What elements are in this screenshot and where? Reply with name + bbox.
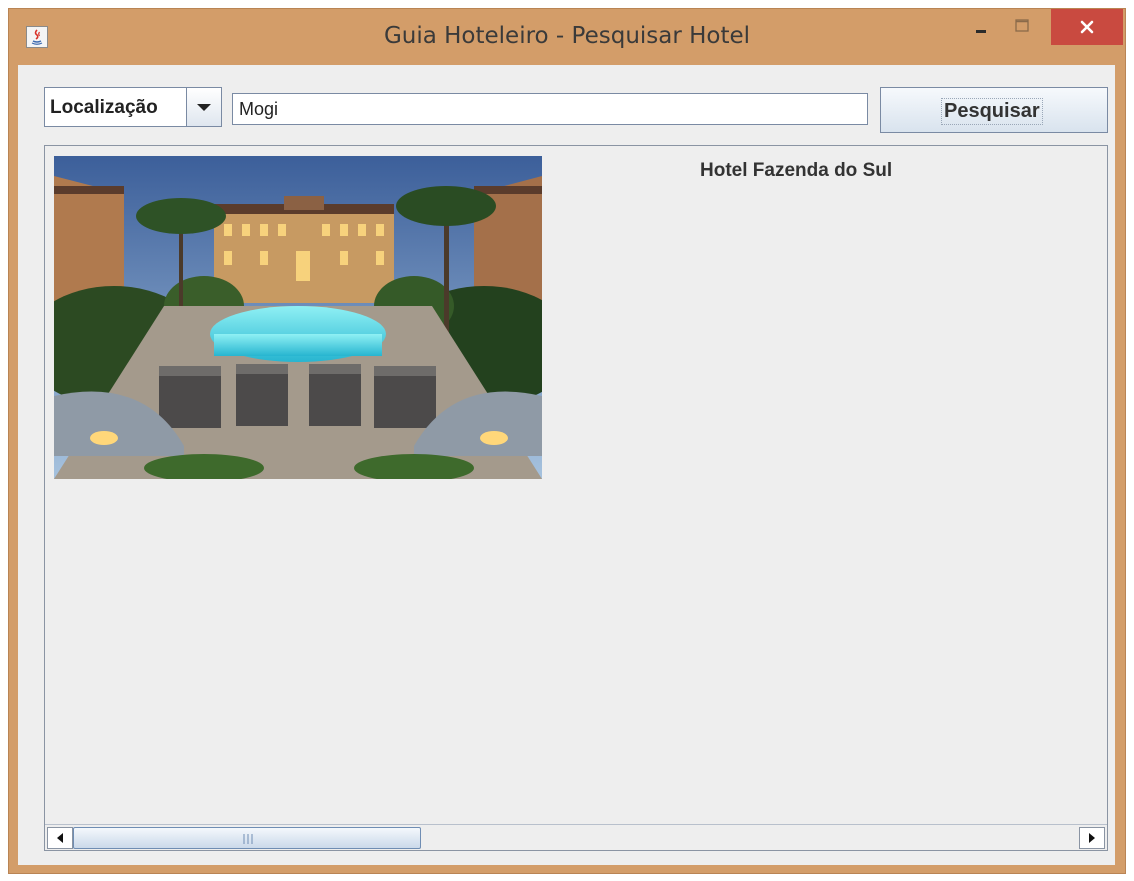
minimize-icon[interactable] (964, 9, 998, 45)
title-bar[interactable]: Guia Hoteleiro - Pesquisar Hotel (9, 9, 1125, 65)
java-icon[interactable] (26, 26, 48, 48)
location-filter-selected: Localização (50, 97, 158, 118)
horizontal-scrollbar[interactable] (45, 824, 1107, 850)
search-button[interactable]: Pesquisar (880, 87, 1108, 133)
hotel-name[interactable]: Hotel Fazenda do Sul (700, 160, 892, 182)
scroll-thumb[interactable] (73, 827, 421, 849)
arrow-right-icon[interactable] (1079, 827, 1105, 849)
content-area: Localização Pesquisar (18, 65, 1115, 865)
window-title: Guia Hoteleiro - Pesquisar Hotel (383, 23, 751, 49)
search-button-label: Pesquisar (941, 98, 1043, 125)
results-panel: Hotel Fazenda do Sul (44, 145, 1108, 851)
maximize-icon[interactable] (1005, 9, 1039, 45)
search-input[interactable] (232, 93, 868, 125)
close-icon[interactable] (1051, 9, 1123, 45)
arrow-left-icon[interactable] (47, 827, 73, 849)
hotel-photo (54, 156, 542, 479)
location-filter-dropdown[interactable]: Localização (44, 87, 222, 127)
app-window: Guia Hoteleiro - Pesquisar Hotel Localiz… (8, 8, 1126, 874)
chevron-down-icon[interactable] (186, 88, 221, 126)
